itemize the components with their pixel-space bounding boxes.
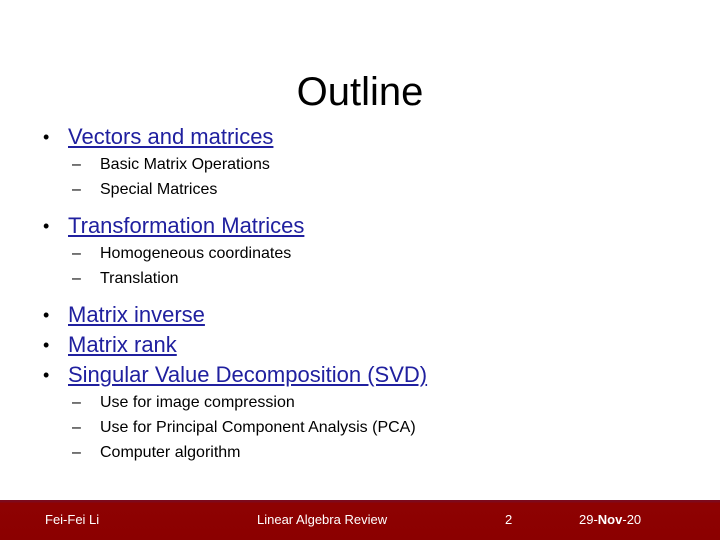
bullet-dot-icon: •: [43, 305, 50, 325]
footer-page-number: 2: [505, 512, 513, 527]
outline-item-level2-label: Special Matrices: [100, 181, 218, 198]
outline-group: • Singular Value Decomposition (SVD) – Use …: [0, 360, 720, 465]
footer-bar: Fei-Fei Li Linear Algebra Review 2 29-No…: [0, 500, 720, 540]
outline-item-level2-label: Use for image compression: [100, 394, 295, 411]
outline-item-level2: – Basic Matrix Operations: [0, 152, 720, 177]
outline-item-level2-label: Basic Matrix Operations: [100, 156, 270, 173]
bullet-dash-icon: –: [72, 444, 81, 461]
bullet-dash-icon: –: [72, 156, 81, 173]
bullet-dot-icon: •: [43, 216, 50, 236]
outline-item-level1-label[interactable]: Singular Value Decomposition (SVD): [68, 362, 427, 387]
outline-item-level1[interactable]: • Matrix inverse: [0, 300, 720, 330]
outline-item-level2: – Special Matrices: [0, 177, 720, 202]
outline-group: • Matrix inverse: [0, 300, 720, 330]
outline-item-level1-label[interactable]: Matrix rank: [68, 332, 177, 357]
outline-item-level1-label[interactable]: Matrix inverse: [68, 302, 205, 327]
footer-date: 29-Nov-20: [579, 511, 641, 528]
footer-author: Fei-Fei Li: [45, 512, 100, 527]
outline-item-level1[interactable]: • Matrix rank: [0, 330, 720, 360]
outline-item-level2: – Use for image compression: [0, 390, 720, 415]
outline-item-level2: – Homogeneous coordinates: [0, 241, 720, 266]
outline-item-level2: – Translation: [0, 266, 720, 291]
footer-subject: Linear Algebra Review: [257, 512, 388, 527]
bullet-dash-icon: –: [72, 419, 81, 436]
bullet-dash-icon: –: [72, 181, 81, 198]
outline-group: • Vectors and matrices – Basic Matrix Opera…: [0, 122, 720, 211]
outline-group: • Matrix rank: [0, 330, 720, 360]
outline-item-level1[interactable]: • Vectors and matrices: [0, 122, 720, 152]
outline-item-level2-label: Use for Principal Component Analysis (PC…: [100, 419, 416, 436]
outline-item-level1[interactable]: • Transformation Matrices: [0, 211, 720, 241]
footer-date-day: 29-: [579, 512, 598, 527]
bullet-dash-icon: –: [72, 394, 81, 411]
outline-item-level1-label[interactable]: Transformation Matrices: [68, 213, 304, 238]
outline-group: • Transformation Matrices – Homogeneous coo…: [0, 211, 720, 300]
footer-date-month: Nov: [597, 512, 623, 527]
bullet-dot-icon: •: [43, 127, 50, 147]
outline-item-level1[interactable]: • Singular Value Decomposition (SVD): [0, 360, 720, 390]
outline-list: • Vectors and matrices – Basic Matrix Opera…: [0, 122, 720, 465]
footer-date-year: -20: [622, 512, 642, 527]
bullet-dash-icon: –: [72, 270, 81, 287]
bullet-dot-icon: •: [43, 335, 50, 355]
outline-item-level2: – Use for Principal Component Analysis (P…: [0, 415, 720, 440]
bullet-dash-icon: –: [72, 245, 81, 262]
outline-group-spacer: [0, 202, 720, 211]
outline-item-level2-label: Computer algorithm: [100, 444, 241, 461]
outline-item-level2: – Computer algorithm: [0, 440, 720, 465]
outline-item-level2-label: Translation: [100, 270, 179, 287]
outline-item-level1-label[interactable]: Vectors and matrices: [68, 124, 273, 149]
slide-canvas: Outline • Vectors and matrices – Basic Matr…: [0, 0, 720, 540]
page-title: Outline: [296, 69, 424, 114]
bullet-dot-icon: •: [43, 365, 50, 385]
outline-group-spacer: [0, 291, 720, 300]
outline-item-level2-label: Homogeneous coordinates: [100, 245, 292, 262]
